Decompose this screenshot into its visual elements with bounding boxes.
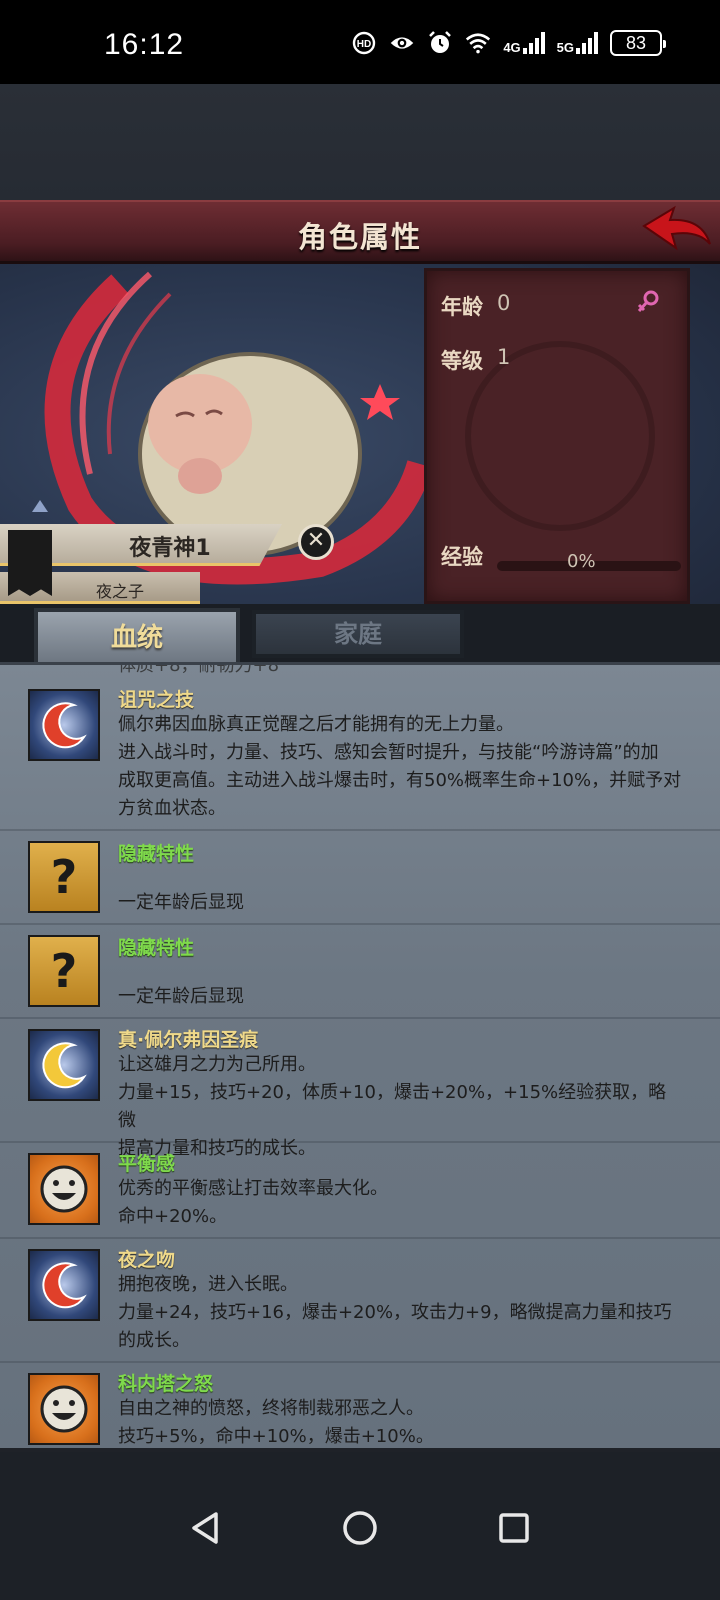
trait-row[interactable]: 科内塔之怒 自由之神的愤怒，终将制裁邪恶之人。 技巧+5%，命中+10%，爆击+… xyxy=(0,1363,720,1448)
status-time: 16:12 xyxy=(104,28,185,61)
trait-desc-line: 佩尔弗因血脉真正觉醒之后才能拥有的无上力量。 xyxy=(118,714,514,735)
partial-trait-text: 体质+8，耐韧力+8 xyxy=(118,662,280,676)
recent-square-icon[interactable] xyxy=(494,1508,534,1548)
trait-desc-line: 的成长。 xyxy=(118,1330,190,1351)
gold-crescent-icon xyxy=(28,1029,100,1101)
trait-desc-line: 进入战斗时，力量、技巧、感知会暂时提升，与技能“吟游诗篇”的加 xyxy=(118,742,659,763)
trait-desc-line: 拥抱夜晚，进入长眠。 xyxy=(118,1274,298,1295)
character-subtitle: 夜之子 xyxy=(95,582,144,601)
trait-row[interactable]: 真·佩尔弗因圣痕 让这雄月之力为己所用。 力量+15，技巧+20，体质+10，爆… xyxy=(0,1019,720,1159)
signal-5g: 5G xyxy=(557,32,598,54)
screen: { "status": {"time": "16:12", "network1"… xyxy=(0,0,720,1600)
smile-icon xyxy=(28,1153,100,1225)
traits-list[interactable]: 体质+8，耐韧力+8 诅咒之技 佩尔弗因血脉真正觉醒之后才能拥有的无上力量。 进… xyxy=(0,662,720,1448)
trait-desc-line: 技巧+5%，命中+10%，爆击+10%。 xyxy=(118,1426,434,1447)
trait-name: 诅咒之技 xyxy=(118,689,195,711)
trait-row[interactable]: 夜之吻 拥抱夜晚，进入长眠。 力量+24，技巧+16，爆击+20%，攻击力+9，… xyxy=(0,1239,720,1363)
trait-desc-line: 一定年龄后显现 xyxy=(118,986,244,1007)
trait-desc-line: 让这雄月之力为己所用。 xyxy=(118,1054,316,1075)
level-label: 等级 xyxy=(441,349,483,373)
trait-name: 隐藏特性 xyxy=(118,937,195,959)
trait-desc-line: 自由之神的愤怒，终将制裁邪恶之人。 xyxy=(118,1398,424,1419)
red-crescent-icon xyxy=(28,1249,100,1321)
svg-text:HD: HD xyxy=(357,39,371,50)
trait-desc-line: 命中+20%。 xyxy=(118,1206,228,1227)
alarm-icon xyxy=(427,30,453,56)
trait-name: 平衡感 xyxy=(118,1153,176,1175)
tab-family[interactable]: 家庭 xyxy=(252,610,464,658)
emblem-knot-icon xyxy=(465,341,655,531)
character-info-panel: 年龄 0 等级 1 经验 0% xyxy=(424,268,690,604)
rank-icon xyxy=(30,498,50,514)
eye-icon xyxy=(389,30,415,56)
trait-name: 隐藏特性 xyxy=(118,843,195,865)
close-button[interactable]: ✕ xyxy=(298,524,334,560)
question-icon: ? xyxy=(28,841,100,913)
trait-name: 科内塔之怒 xyxy=(118,1373,214,1395)
battery-indicator: 83 xyxy=(610,30,666,56)
smile-icon xyxy=(28,1373,100,1445)
svg-text:?: ? xyxy=(51,944,78,998)
family-flag-icon xyxy=(8,530,52,596)
age-value: 0 xyxy=(497,291,511,315)
trait-name: 夜之吻 xyxy=(118,1249,176,1271)
svg-text:?: ? xyxy=(51,850,78,904)
trait-name: 真·佩尔弗因圣痕 xyxy=(118,1029,259,1051)
trait-row[interactable]: 诅咒之技 佩尔弗因血脉真正觉醒之后才能拥有的无上力量。 进入战斗时，力量、技巧、… xyxy=(0,679,720,831)
trait-row[interactable]: 平衡感 优秀的平衡感让打击效率最大化。 命中+20%。 xyxy=(0,1143,720,1239)
trait-desc-line: 成取更高值。主动进入战斗爆击时，有50%概率生命+10%，并赋予对 xyxy=(118,770,682,791)
partial-icon xyxy=(28,662,100,665)
page-title: 角色属性 xyxy=(297,220,422,254)
hd-call-icon: HD xyxy=(351,30,377,56)
status-bar: 16:12 HD 4G 5G 83 xyxy=(0,0,720,84)
wifi-icon xyxy=(465,30,491,56)
trait-desc-line: 一定年龄后显现 xyxy=(118,892,244,913)
question-icon: ? xyxy=(28,935,100,1007)
trait-desc-line: 优秀的平衡感让打击效率最大化。 xyxy=(118,1178,388,1199)
trait-row[interactable]: ? 隐藏特性 一定年龄后显现 xyxy=(0,831,720,925)
signal-4g: 4G xyxy=(503,32,545,54)
tab-bloodline[interactable]: 血统 xyxy=(34,608,240,662)
age-label: 年龄 xyxy=(441,295,483,319)
exp-label: 经验 xyxy=(441,545,483,569)
back-arrow-icon[interactable] xyxy=(640,204,714,258)
title-bar: 角色属性 xyxy=(0,200,720,264)
trait-desc-line: 力量+24，技巧+16，爆击+20%，攻击力+9，略微提高力量和技巧 xyxy=(118,1302,672,1323)
trait-desc-line: 力量+15，技巧+20，体质+10，爆击+20%，+15%经验获取，略微 xyxy=(118,1082,667,1131)
top-band xyxy=(0,84,720,200)
female-icon xyxy=(635,289,661,315)
exp-value: 0% xyxy=(567,551,596,572)
level-value: 1 xyxy=(497,345,511,369)
red-crescent-icon xyxy=(28,689,100,761)
character-name: 夜青神1 xyxy=(129,536,211,561)
home-circle-icon[interactable] xyxy=(340,1508,380,1548)
trait-row[interactable]: ? 隐藏特性 一定年龄后显现 xyxy=(0,925,720,1019)
back-triangle-icon[interactable] xyxy=(186,1508,226,1548)
trait-desc-line: 方贫血状态。 xyxy=(118,798,226,819)
